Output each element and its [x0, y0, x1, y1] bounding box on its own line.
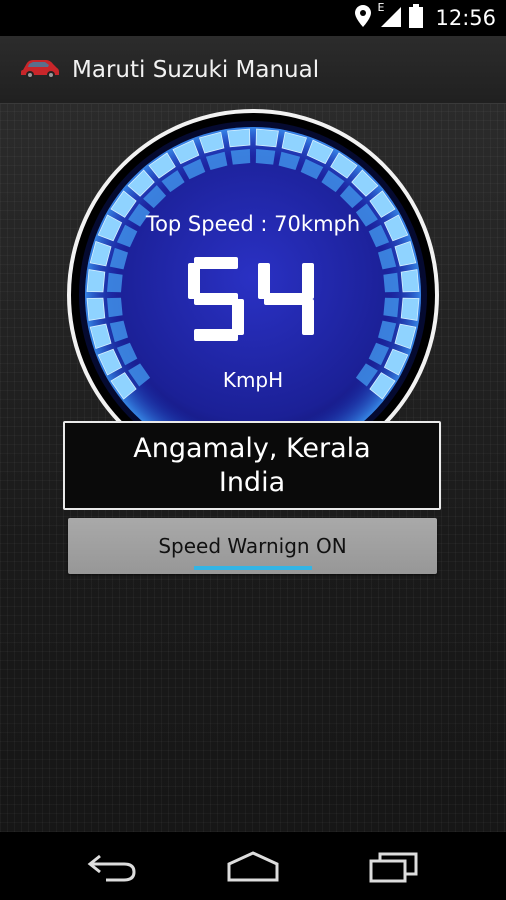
speed-warning-label: Speed Warnign ON: [158, 534, 347, 558]
battery-icon: [409, 4, 424, 32]
location-icon: [355, 5, 372, 31]
speed-warning-toggle[interactable]: Speed Warnign ON: [68, 518, 437, 574]
location-line-city: Angamaly, Kerala: [133, 432, 371, 464]
back-icon[interactable]: [86, 850, 138, 888]
app-title: Maruti Suzuki Manual: [72, 56, 320, 83]
status-bar: E 12:56: [0, 0, 506, 36]
location-display: Angamaly, Kerala India: [63, 421, 441, 510]
gauge-segment-inner: [255, 149, 276, 165]
location-line-country: India: [218, 466, 286, 498]
digit-segment: [264, 293, 308, 305]
clock: 12:56: [435, 6, 496, 30]
digit-segment: [194, 257, 238, 269]
navigation-bar: [0, 832, 506, 900]
gauge-segment: [255, 128, 279, 148]
action-bar: Maruti Suzuki Manual: [0, 36, 506, 104]
digit-segment: [194, 293, 238, 305]
car-icon[interactable]: [20, 56, 60, 84]
speed-readout: [0, 255, 506, 345]
gauge-segment: [227, 128, 251, 148]
gauge-segment-inner: [230, 149, 251, 165]
toggle-on-indicator: [194, 566, 312, 570]
digit-segment: [302, 299, 314, 335]
digit-segment: [194, 329, 238, 341]
home-icon[interactable]: [226, 850, 280, 888]
recents-icon[interactable]: [368, 850, 420, 888]
top-speed-label: Top Speed : 70kmph: [145, 212, 361, 236]
speed-unit-label: KmpH: [222, 368, 284, 392]
network-type-label: E: [377, 1, 385, 14]
digit-segment: [302, 263, 314, 299]
signal-icon: E: [377, 1, 402, 31]
